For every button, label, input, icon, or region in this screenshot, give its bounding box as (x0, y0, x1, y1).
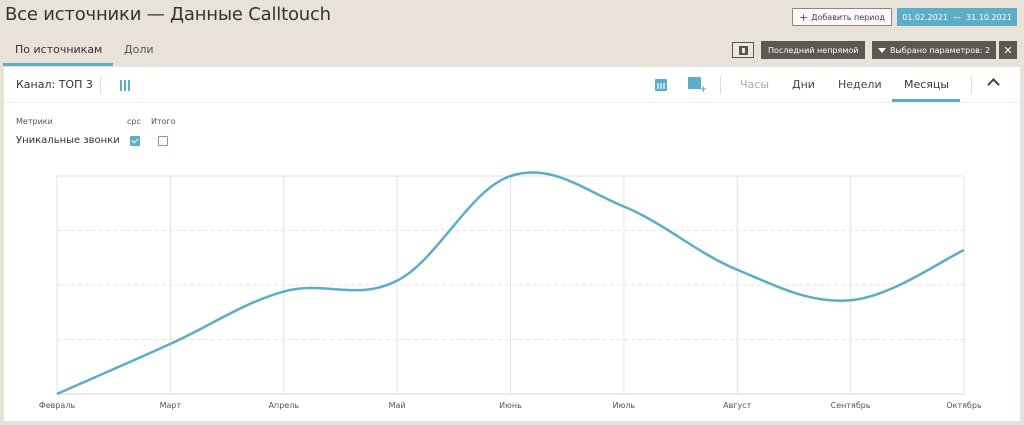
export-button[interactable] (732, 42, 754, 58)
x-tick-label: Сентябрь (831, 401, 871, 410)
x-tick-label: Апрель (268, 401, 299, 410)
x-tick-label: Май (389, 401, 406, 410)
x-tick-label: Август (723, 401, 752, 410)
x-tick-label: Март (160, 401, 182, 410)
selected-params-button[interactable]: Выбрано параметров: 2 (872, 41, 997, 59)
x-tick-label: Июль (613, 401, 636, 410)
clear-filter-button[interactable]: ✕ (999, 41, 1017, 59)
date-to: 31.10.2021 (966, 12, 1012, 22)
add-period-button[interactable]: + Добавить период (792, 8, 892, 26)
attribution-model-button[interactable]: Последний непрямой (761, 41, 866, 59)
x-tick-label: Февраль (39, 401, 76, 410)
date-from: 01.02.2021 (902, 12, 948, 22)
date-range-button[interactable]: 01.02.2021 — 31.10.2021 (897, 8, 1017, 26)
x-tick-label: Июнь (499, 401, 522, 410)
selected-params-label: Выбрано параметров: 2 (890, 45, 991, 55)
line-chart: Февраль Март Апрель Май Июнь Июль Август Сентяб… (39, 171, 982, 410)
plus-icon: + (799, 10, 809, 24)
active-tab-indicator (3, 63, 113, 66)
download-icon (738, 45, 748, 55)
add-period-label: Добавить период (811, 12, 885, 22)
tab-shares[interactable]: Доли (124, 43, 154, 56)
x-tick-label: Октябрь (946, 401, 982, 410)
tabs-bar: По источникам Доли (0, 34, 1024, 66)
page-title: Все источники — Данные Calltouch (5, 4, 331, 25)
date-separator: — (953, 12, 961, 22)
filter-icon (878, 47, 886, 53)
tab-by-sources[interactable]: По источникам (15, 43, 102, 56)
header-bar: Все источники — Данные Calltouch + Добав… (0, 0, 1024, 34)
chart-panel: Канал: ТОП 3 Часы Дни Недели Месяцы Метр… (4, 67, 1020, 421)
